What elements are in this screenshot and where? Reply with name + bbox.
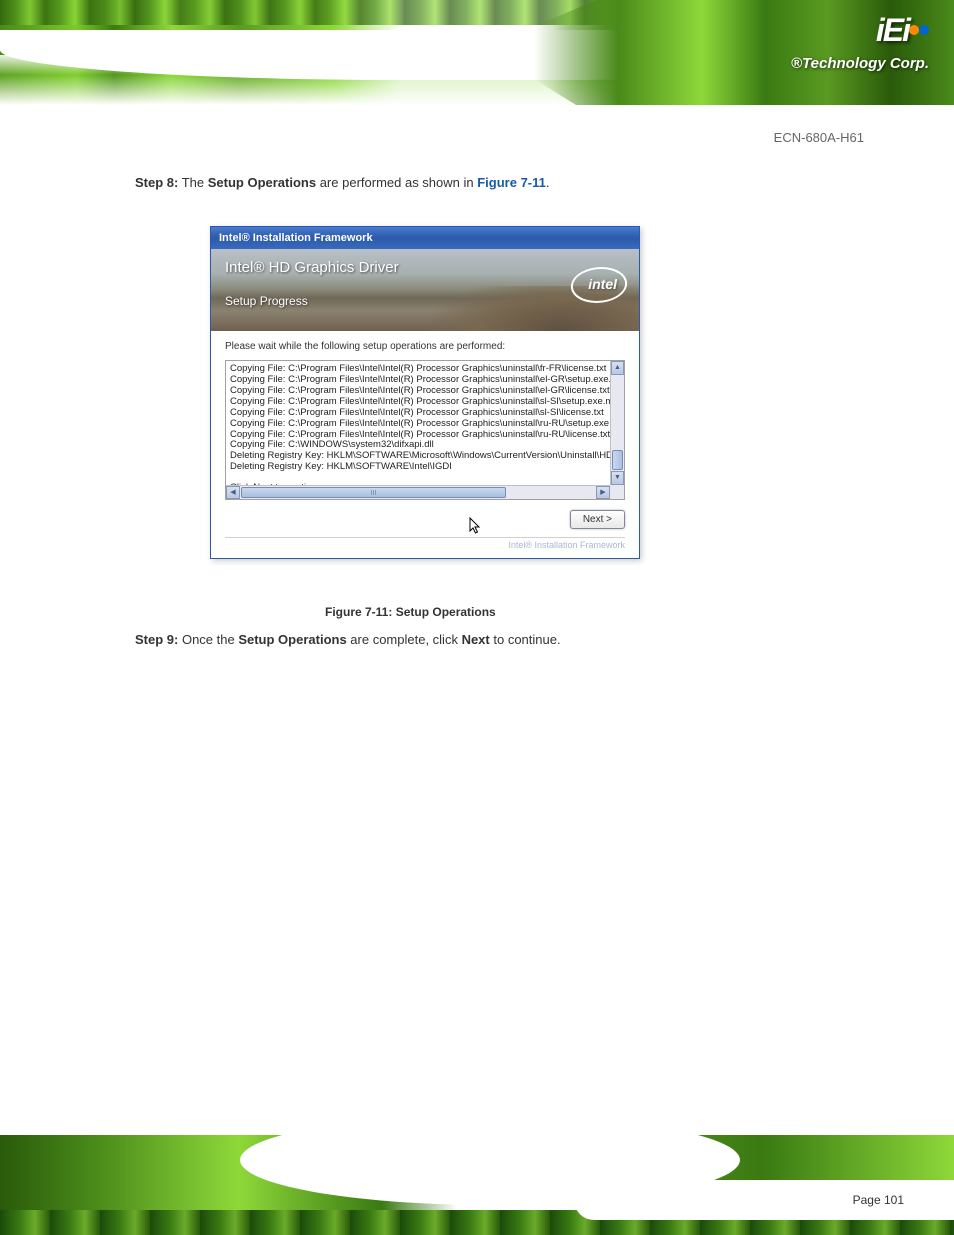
vertical-scroll-thumb[interactable]: [612, 450, 623, 470]
window-titlebar[interactable]: Intel® Installation Framework: [211, 227, 639, 249]
step-9-text: Step 9: Once the Setup Operations are co…: [135, 632, 561, 647]
installer-header-banner: Intel® HD Graphics Driver Setup Progress…: [211, 249, 639, 331]
horizontal-scroll-thumb[interactable]: [241, 487, 506, 498]
vertical-scrollbar[interactable]: ▲ ▼: [610, 361, 624, 485]
brand-tagline: ®Technology Corp.: [791, 55, 929, 72]
log-line: Copying File: C:\Program Files\Intel\Int…: [230, 419, 620, 430]
log-line: Deleting Registry Key: HKLM\SOFTWARE\Int…: [230, 462, 620, 473]
bottom-decorative-banner: [0, 1135, 954, 1235]
figure-caption: Figure 7-11: Setup Operations: [325, 605, 496, 619]
progress-instruction-text: Please wait while the following setup op…: [225, 341, 625, 352]
step-8-text: Step 8: The Setup Operations are perform…: [135, 175, 550, 190]
page-number: Page 101: [853, 1193, 904, 1207]
scroll-up-icon[interactable]: ▲: [611, 361, 624, 375]
intel-logo-text: intel: [588, 276, 617, 292]
installer-window: Intel® Installation Framework Intel® HD …: [210, 226, 640, 559]
scroll-right-icon[interactable]: ▶: [596, 486, 610, 499]
installer-subtitle: Setup Progress: [225, 294, 625, 308]
document-header-model: ECN-680A-H61: [774, 130, 864, 145]
setup-log-content: Copying File: C:\Program Files\Intel\Int…: [226, 361, 624, 497]
next-button[interactable]: Next >: [570, 510, 625, 529]
scroll-down-icon[interactable]: ▼: [611, 471, 624, 485]
horizontal-scrollbar[interactable]: ◀ ▶: [226, 485, 610, 499]
scroll-left-icon[interactable]: ◀: [226, 486, 240, 499]
brand-logo: iEi: [876, 12, 929, 49]
log-line: Copying File: C:\Program Files\Intel\Int…: [230, 408, 620, 419]
installer-footer-text: Intel® Installation Framework: [225, 537, 625, 550]
scroll-corner: [610, 485, 624, 499]
top-decorative-banner: [0, 0, 954, 105]
setup-log-box: Copying File: C:\Program Files\Intel\Int…: [225, 360, 625, 500]
installer-product-title: Intel® HD Graphics Driver: [225, 259, 625, 276]
mouse-cursor-icon: [469, 517, 483, 538]
